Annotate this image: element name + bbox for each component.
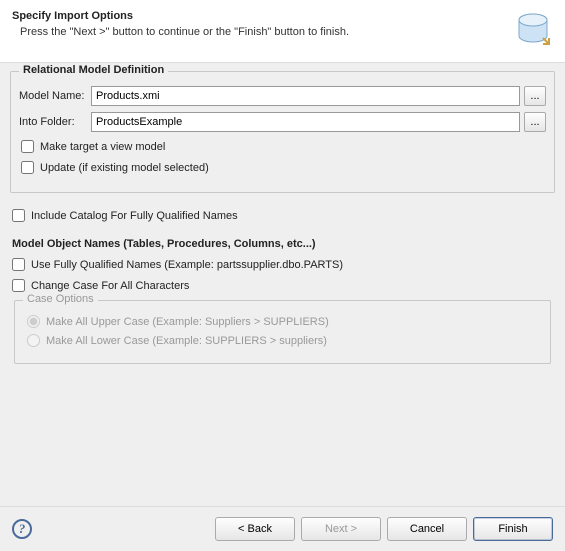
- update-row[interactable]: Update (if existing model selected): [21, 161, 546, 174]
- make-view-row[interactable]: Make target a view model: [21, 140, 546, 153]
- database-icon: [513, 10, 553, 50]
- make-view-checkbox[interactable]: [21, 140, 34, 153]
- relational-legend: Relational Model Definition: [19, 64, 168, 76]
- page-title: Specify Import Options: [12, 10, 513, 22]
- wizard-footer: ? < Back Next > Cancel Finish: [0, 506, 565, 551]
- include-catalog-label: Include Catalog For Fully Qualified Name…: [31, 210, 238, 222]
- finish-button[interactable]: Finish: [473, 517, 553, 541]
- make-view-label: Make target a view model: [40, 141, 165, 153]
- change-case-label: Change Case For All Characters: [31, 280, 189, 292]
- use-fqn-label: Use Fully Qualified Names (Example: part…: [31, 259, 343, 271]
- upper-case-radio: [27, 315, 40, 328]
- wizard-header: Specify Import Options Press the "Next >…: [0, 0, 565, 63]
- model-name-input[interactable]: [91, 86, 520, 106]
- change-case-checkbox[interactable]: [12, 279, 25, 292]
- model-name-browse-button[interactable]: ...: [524, 86, 546, 106]
- use-fqn-checkbox[interactable]: [12, 258, 25, 271]
- wizard-content: Relational Model Definition Model Name: …: [0, 63, 565, 506]
- next-button: Next >: [301, 517, 381, 541]
- relational-model-fieldset: Relational Model Definition Model Name: …: [10, 71, 555, 193]
- include-catalog-checkbox[interactable]: [12, 209, 25, 222]
- upper-case-row: Make All Upper Case (Example: Suppliers …: [27, 315, 542, 328]
- lower-case-label: Make All Lower Case (Example: SUPPLIERS …: [46, 335, 327, 347]
- into-folder-row: Into Folder: ...: [19, 112, 546, 132]
- lower-case-radio: [27, 334, 40, 347]
- upper-case-label: Make All Upper Case (Example: Suppliers …: [46, 316, 329, 328]
- use-fqn-row[interactable]: Use Fully Qualified Names (Example: part…: [12, 258, 555, 271]
- change-case-row[interactable]: Change Case For All Characters: [12, 279, 555, 292]
- case-options-legend: Case Options: [23, 293, 98, 305]
- cancel-button[interactable]: Cancel: [387, 517, 467, 541]
- into-folder-label: Into Folder:: [19, 116, 91, 128]
- model-name-row: Model Name: ...: [19, 86, 546, 106]
- page-subtitle: Press the "Next >" button to continue or…: [20, 26, 513, 38]
- case-options-fieldset: Case Options Make All Upper Case (Exampl…: [14, 300, 551, 364]
- back-button[interactable]: < Back: [215, 517, 295, 541]
- include-catalog-row[interactable]: Include Catalog For Fully Qualified Name…: [12, 209, 555, 222]
- help-icon[interactable]: ?: [12, 519, 32, 539]
- header-text-block: Specify Import Options Press the "Next >…: [12, 10, 513, 50]
- lower-case-row: Make All Lower Case (Example: SUPPLIERS …: [27, 334, 542, 347]
- into-folder-browse-button[interactable]: ...: [524, 112, 546, 132]
- update-checkbox[interactable]: [21, 161, 34, 174]
- update-label: Update (if existing model selected): [40, 162, 209, 174]
- model-name-label: Model Name:: [19, 90, 91, 102]
- into-folder-input[interactable]: [91, 112, 520, 132]
- model-object-names-title: Model Object Names (Tables, Procedures, …: [12, 238, 555, 250]
